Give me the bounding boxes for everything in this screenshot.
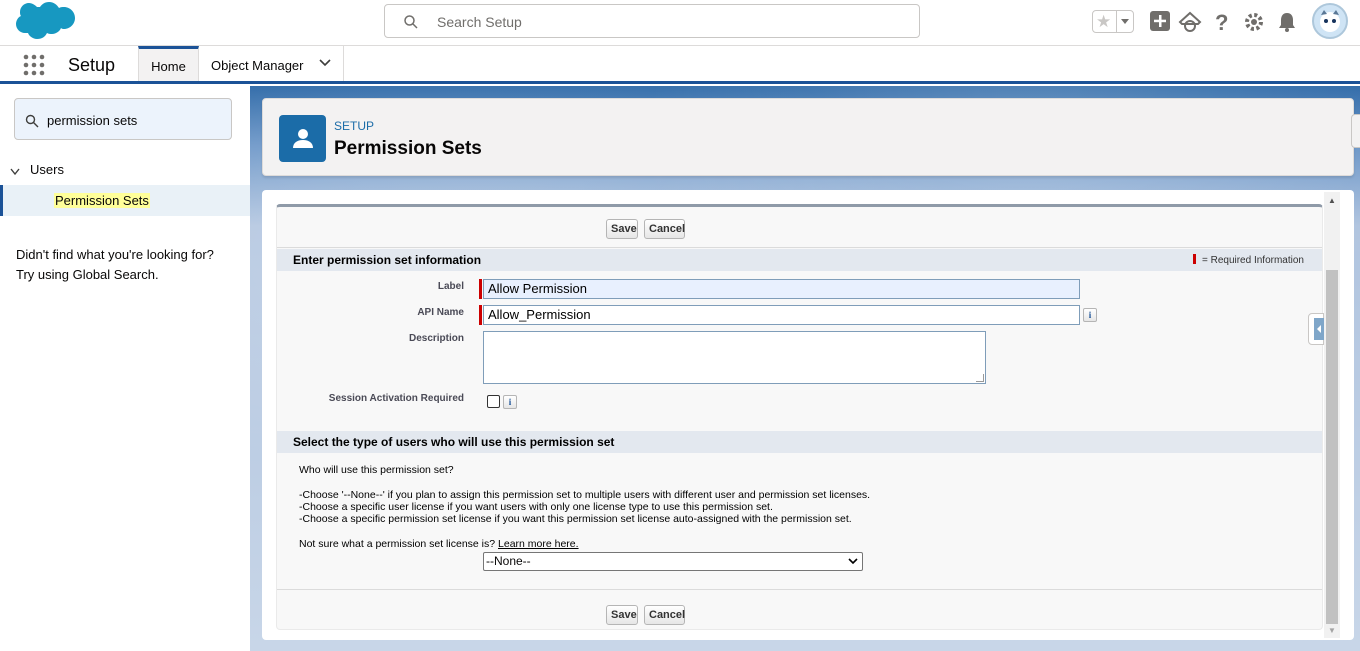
notifications-bell-icon[interactable] — [1275, 10, 1299, 34]
vertical-scrollbar[interactable]: ▲ ▼ — [1324, 192, 1340, 638]
description-textarea[interactable] — [483, 331, 986, 384]
page-header: SETUP Permission Sets — [262, 98, 1354, 176]
scrollbar-thumb[interactable] — [1326, 270, 1338, 624]
required-indicator — [479, 279, 482, 299]
save-button-bottom[interactable]: Save — [606, 605, 638, 625]
quick-find-input[interactable]: permission sets — [14, 98, 232, 140]
guidance-line-1: -Choose '--None--' if you plan to assign… — [299, 489, 871, 501]
favorites-star-icon[interactable]: ★ — [1096, 12, 1111, 32]
user-avatar[interactable] — [1312, 3, 1348, 39]
app-navigation-bar: Setup Home Object Manager — [0, 46, 1360, 84]
chevron-down-icon[interactable] — [319, 59, 331, 67]
header-collapse-handle[interactable] — [1351, 114, 1360, 148]
label-input[interactable]: Allow Permission — [483, 279, 1080, 299]
main-content-area: SETUP Permission Sets Save Cancel Enter … — [250, 86, 1360, 651]
chevron-down-icon[interactable] — [10, 168, 20, 176]
learn-more-link[interactable]: Learn more here. — [498, 538, 579, 550]
guidance-line-2: -Choose a specific user license if you w… — [299, 501, 773, 513]
search-icon — [25, 114, 39, 128]
page-title: Permission Sets — [334, 138, 482, 159]
question-text: Who will use this permission set? — [299, 464, 454, 476]
required-legend-text: = Required Information — [1201, 255, 1304, 266]
label-field-label: Label — [437, 281, 464, 292]
save-button[interactable]: Save — [606, 219, 638, 239]
license-help-text: Not sure what a permission set license i… — [299, 538, 579, 550]
search-icon — [404, 15, 418, 29]
license-selected-value: --None-- — [486, 554, 531, 568]
session-activation-checkbox[interactable] — [487, 395, 500, 408]
chevron-down-icon — [848, 558, 858, 565]
divider — [277, 589, 1322, 590]
global-search-input[interactable]: Search Setup — [384, 4, 920, 38]
search-placeholder: Search Setup — [437, 14, 522, 30]
info-icon[interactable]: i — [1083, 308, 1097, 322]
cancel-button[interactable]: Cancel — [644, 219, 685, 239]
tab-home-label: Home — [151, 59, 186, 74]
permission-sets-icon — [279, 115, 326, 162]
section-title-info: Enter permission set information — [293, 253, 482, 267]
favorites-dropdown-icon[interactable] — [1116, 11, 1134, 32]
side-panel-handle[interactable] — [1308, 313, 1324, 345]
panel-toggle-icon[interactable] — [1314, 318, 1324, 340]
global-search-hint: Didn't find what you're looking for? Try… — [16, 245, 241, 285]
required-indicator — [1192, 254, 1196, 264]
tab-home[interactable]: Home — [138, 46, 199, 81]
quick-find-value: permission sets — [47, 113, 138, 128]
guidance-line-3: -Choose a specific permission set licens… — [299, 513, 852, 525]
tab-object-manager-label: Object Manager — [211, 58, 304, 73]
help-icon[interactable]: ? — [1210, 10, 1234, 34]
global-search-hint-line1: Didn't find what you're looking for? — [16, 247, 214, 262]
svg-text:?: ? — [1215, 10, 1228, 34]
resize-grip-icon[interactable] — [976, 374, 984, 382]
setup-sidebar: permission sets Users Permission Sets Di… — [0, 86, 250, 651]
scroll-up-arrow-icon[interactable]: ▲ — [1328, 196, 1336, 205]
cancel-button-bottom[interactable]: Cancel — [644, 605, 685, 625]
required-legend: = Required Information — [1192, 254, 1304, 266]
divider — [277, 247, 1322, 248]
not-sure-text: Not sure what a permission set license i… — [299, 538, 496, 550]
api-name-field-label: API Name — [417, 307, 464, 318]
tree-item-users-label: Users — [30, 162, 64, 177]
session-activation-field-label: Session Activation Required — [328, 393, 464, 404]
api-name-input[interactable]: Allow_Permission — [483, 305, 1080, 325]
tree-item-permission-sets-label: Permission Sets — [54, 193, 150, 208]
favorites-control[interactable]: ★ — [1092, 10, 1134, 33]
app-launcher-icon[interactable] — [23, 54, 45, 76]
add-icon[interactable] — [1149, 10, 1173, 34]
setup-gear-icon[interactable] — [1242, 10, 1266, 34]
section-header-user-type: Select the type of users who will use th… — [277, 431, 1322, 453]
section-title-user-type: Select the type of users who will use th… — [293, 435, 615, 449]
tree-item-permission-sets[interactable]: Permission Sets — [0, 185, 250, 216]
info-icon[interactable]: i — [503, 395, 517, 409]
tree-item-users[interactable]: Users — [0, 162, 250, 182]
global-header: Search Setup ★ ? — [0, 0, 1360, 46]
page-eyebrow: SETUP — [334, 119, 375, 133]
tab-object-manager[interactable]: Object Manager — [199, 46, 344, 81]
license-select[interactable]: --None-- — [483, 552, 863, 571]
required-indicator — [479, 305, 482, 325]
salesforce-logo[interactable] — [15, 1, 75, 42]
app-name: Setup — [68, 55, 116, 75]
scroll-down-arrow-icon[interactable]: ▼ — [1328, 626, 1336, 635]
global-search-hint-line2: Try using Global Search. — [16, 267, 159, 282]
content-panel: Save Cancel Enter permission set informa… — [262, 190, 1354, 640]
description-field-label: Description — [408, 333, 464, 344]
section-header-info: Enter permission set information = Requi… — [277, 249, 1322, 271]
permission-set-form: Save Cancel Enter permission set informa… — [276, 204, 1323, 630]
trailhead-icon[interactable] — [1178, 10, 1202, 34]
